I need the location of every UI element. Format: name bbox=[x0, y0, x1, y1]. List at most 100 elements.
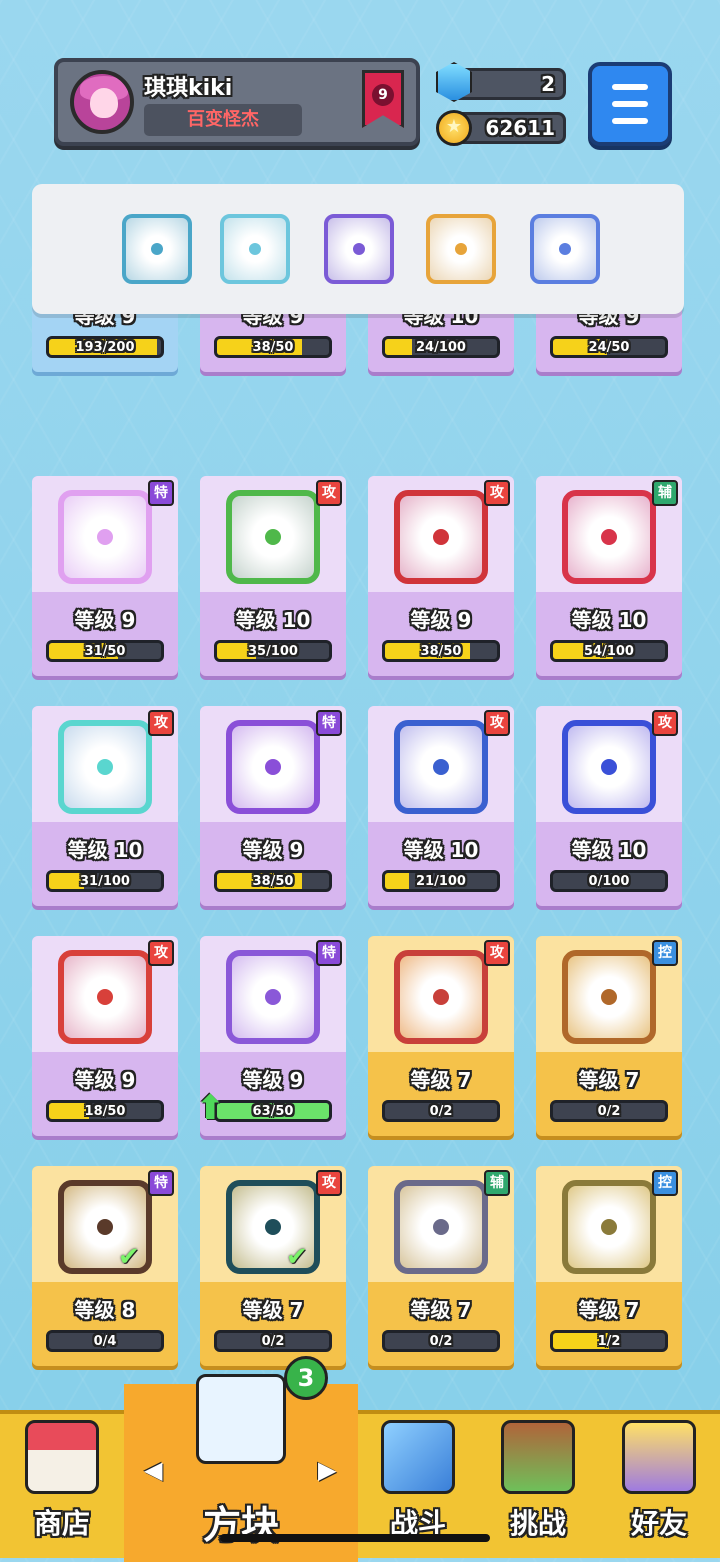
dice-card[interactable]: 控等级 7 1/2 bbox=[536, 1166, 682, 1366]
player-title: 百变怪杰 bbox=[144, 104, 302, 136]
dice-type-tag: 攻 bbox=[484, 940, 510, 966]
dice-progress-text: 0/2 bbox=[597, 1104, 621, 1119]
dice-card[interactable]: 控等级 7 0/2 bbox=[536, 936, 682, 1136]
dice-card[interactable]: 攻等级 9 38/50 bbox=[368, 476, 514, 676]
dice-level: 等级 9 bbox=[74, 608, 136, 632]
dice-progress-bar: 54/100 bbox=[550, 640, 668, 662]
gem-count: 2 bbox=[541, 72, 555, 96]
coin-count: 62611 bbox=[485, 116, 555, 140]
dice-progress-bar: 0/100 bbox=[550, 870, 668, 892]
dice-level: 等级 10 bbox=[235, 608, 311, 632]
infinity-dice-icon[interactable] bbox=[426, 214, 496, 284]
dice-face-icon bbox=[58, 950, 152, 1044]
dice-type-tag: 攻 bbox=[316, 1170, 342, 1196]
player-avatar[interactable] bbox=[70, 70, 134, 134]
dice-type-tag: 特 bbox=[148, 480, 174, 506]
dice-collection-grid[interactable]: 等级 9 193/200 等级 9 38/50 等级 10 24/100 等级 9 24/50… bbox=[32, 300, 692, 1410]
dice-card[interactable]: ✔ 攻等级 7 0/2 bbox=[200, 1166, 346, 1366]
friends-icon bbox=[622, 1420, 696, 1494]
dice-progress-text: 21/100 bbox=[416, 874, 466, 889]
dice-type-tag: 攻 bbox=[148, 940, 174, 966]
dice-face-icon bbox=[226, 950, 320, 1044]
dice-progress-text: 0/2 bbox=[429, 1104, 453, 1119]
dice-card[interactable]: 特等级 9 38/50 bbox=[200, 706, 346, 906]
healing-hands-dice-icon[interactable] bbox=[530, 214, 600, 284]
dice-card[interactable]: 特等级 9 31/50 bbox=[32, 476, 178, 676]
nav-challenge[interactable]: 挑战 bbox=[478, 1414, 598, 1562]
nav-friends[interactable]: 好友 bbox=[598, 1414, 720, 1562]
equipped-check-icon: ✔ bbox=[118, 1242, 140, 1272]
dice-face-icon bbox=[394, 720, 488, 814]
next-arrow-icon[interactable]: ▶ bbox=[318, 1456, 336, 1484]
dice-level: 等级 9 bbox=[74, 1068, 136, 1092]
dice-progress-text: 38/50 bbox=[420, 644, 462, 659]
dice-progress-text: 0/2 bbox=[429, 1334, 453, 1349]
ice-dice-icon[interactable] bbox=[220, 214, 290, 284]
menu-icon bbox=[612, 84, 648, 90]
dice-level: 等级 7 bbox=[578, 1298, 640, 1322]
dice-card[interactable]: 辅等级 10 54/100 bbox=[536, 476, 682, 676]
dice-card[interactable]: 攻等级 9 18/50 bbox=[32, 936, 178, 1136]
dice-level: 等级 8 bbox=[74, 1298, 136, 1322]
dice-face-icon bbox=[58, 490, 152, 584]
nav-shop-label: 商店 bbox=[33, 1507, 90, 1540]
dice-progress-text: 24/100 bbox=[416, 340, 466, 355]
dice-progress-bar: 24/100 bbox=[382, 336, 500, 358]
dice-level: 等级 9 bbox=[242, 838, 304, 862]
dice-progress-bar: 1/2 bbox=[550, 1330, 668, 1352]
dice-progress-bar: 0/2 bbox=[382, 1100, 500, 1122]
dice-card[interactable]: 特等级 9 63/50 ⬆ bbox=[196, 936, 346, 1136]
dice-card[interactable]: 攻等级 10 35/100 bbox=[200, 476, 346, 676]
dice-level: 等级 10 bbox=[403, 838, 479, 862]
upgrade-arrow-icon[interactable]: ⬆ bbox=[196, 1088, 232, 1128]
dice-pip bbox=[601, 1219, 617, 1235]
dice-card[interactable]: 辅等级 7 0/2 bbox=[368, 1166, 514, 1366]
dice-pip bbox=[151, 243, 163, 255]
dice-pip bbox=[601, 529, 617, 545]
challenge-gate-icon bbox=[501, 1420, 575, 1494]
dice-progress-bar: 31/50 bbox=[46, 640, 164, 662]
dice-card[interactable]: 攻等级 10 0/100 bbox=[536, 706, 682, 906]
dice-face-icon bbox=[394, 490, 488, 584]
equipped-deck bbox=[32, 184, 684, 314]
dice-level: 等级 10 bbox=[571, 838, 647, 862]
dice-progress-text: 54/100 bbox=[584, 644, 634, 659]
dice-pip bbox=[455, 243, 467, 255]
void-dice-icon[interactable] bbox=[324, 214, 394, 284]
dice-type-tag: 特 bbox=[148, 1170, 174, 1196]
dice-pip bbox=[433, 1219, 449, 1235]
dice-progress-bar: 24/50 bbox=[550, 336, 668, 358]
dice-face-icon bbox=[58, 720, 152, 814]
nav-challenge-label: 挑战 bbox=[509, 1507, 566, 1540]
dice-card[interactable]: ✔ 特等级 8 0/4 bbox=[32, 1166, 178, 1366]
prev-arrow-icon[interactable]: ◀ bbox=[144, 1456, 162, 1484]
dice-face-icon bbox=[226, 720, 320, 814]
dice-progress-text: 18/50 bbox=[84, 1104, 126, 1119]
dice-card[interactable]: 攻等级 7 0/2 bbox=[368, 936, 514, 1136]
dice-level: 等级 7 bbox=[578, 1068, 640, 1092]
dice-progress-text: 0/4 bbox=[93, 1334, 117, 1349]
nav-friends-label: 好友 bbox=[630, 1507, 687, 1540]
dice-progress-text: 0/2 bbox=[261, 1334, 285, 1349]
dice-progress-bar: 193/200 bbox=[46, 336, 164, 358]
dice-type-tag: 辅 bbox=[652, 480, 678, 506]
player-profile-panel[interactable]: 琪琪kiki 百变怪杰 9 bbox=[54, 58, 420, 146]
wind-swirl-dice-icon[interactable] bbox=[122, 214, 192, 284]
menu-button[interactable] bbox=[588, 62, 672, 146]
dice-pip bbox=[97, 1219, 113, 1235]
dice-face-icon bbox=[394, 950, 488, 1044]
dice-type-tag: 攻 bbox=[652, 710, 678, 736]
coin-icon: ★ bbox=[436, 110, 472, 146]
nav-shop[interactable]: 商店 bbox=[0, 1414, 124, 1562]
mystery-dice-icon bbox=[196, 1374, 286, 1464]
dice-card[interactable]: 攻等级 10 21/100 bbox=[368, 706, 514, 906]
shop-icon bbox=[25, 1420, 99, 1494]
dice-level: 等级 7 bbox=[410, 1298, 472, 1322]
dice-face-icon bbox=[562, 490, 656, 584]
dice-pip bbox=[265, 1219, 281, 1235]
dice-progress-text: 193/200 bbox=[75, 340, 135, 355]
dice-type-tag: 攻 bbox=[148, 710, 174, 736]
dice-progress-bar: 18/50 bbox=[46, 1100, 164, 1122]
dice-card[interactable]: 攻等级 10 31/100 bbox=[32, 706, 178, 906]
dice-progress-bar: 0/2 bbox=[550, 1100, 668, 1122]
